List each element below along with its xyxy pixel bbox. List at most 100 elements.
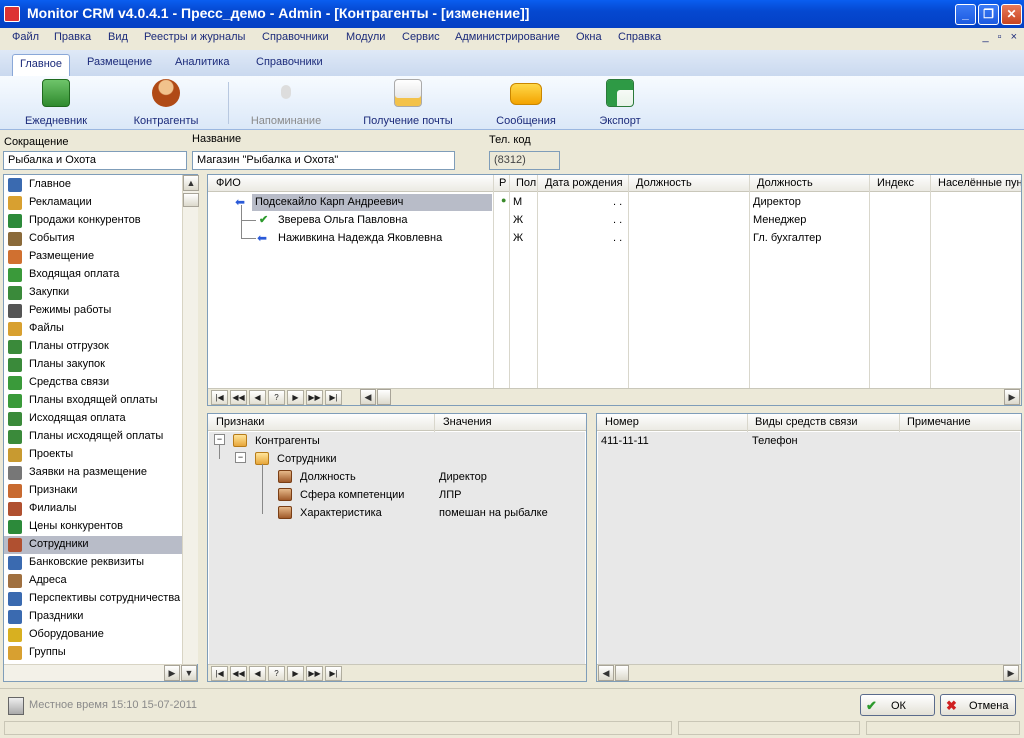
nav-item[interactable]: Планы отгрузок bbox=[4, 338, 182, 356]
contacts-hscrollbar[interactable]: ◀ ▶ bbox=[597, 664, 1021, 681]
hscroll-right-button[interactable]: ▶ bbox=[1004, 389, 1020, 405]
nav-item[interactable]: Продажи конкурентов bbox=[4, 212, 182, 230]
col-attributes[interactable]: Признаки bbox=[216, 416, 264, 428]
menu-file[interactable]: Файл bbox=[12, 31, 39, 43]
messages-button[interactable]: Сообщения bbox=[476, 79, 576, 129]
collapse-toggle[interactable]: − bbox=[214, 434, 225, 445]
tree-node-characteristic[interactable]: Характеристика bbox=[300, 507, 382, 519]
counterparties-button[interactable]: Контрагенты bbox=[116, 79, 216, 129]
nav-item[interactable]: Банковские реквизиты bbox=[4, 554, 182, 572]
reminder-button[interactable]: Напоминание bbox=[236, 79, 336, 129]
col-position2[interactable]: Должность bbox=[757, 177, 813, 189]
record-nav-button[interactable]: ▶▶ bbox=[306, 390, 323, 405]
nav-item[interactable]: Главное bbox=[4, 176, 182, 194]
nav-hscrollbar[interactable]: ▶ ▼ bbox=[4, 664, 197, 681]
hscroll-thumb[interactable] bbox=[615, 665, 629, 681]
nav-item[interactable]: Планы закупок bbox=[4, 356, 182, 374]
nav-item[interactable]: Оборудование bbox=[4, 626, 182, 644]
menu-modules[interactable]: Модули bbox=[346, 31, 385, 43]
calculator-icon[interactable] bbox=[8, 697, 24, 715]
tab-references[interactable]: Справочники bbox=[256, 56, 323, 68]
record-nav-button[interactable]: ◀◀ bbox=[230, 666, 247, 681]
nav-item[interactable]: Рекламации bbox=[4, 194, 182, 212]
record-nav-button[interactable]: |◀ bbox=[211, 390, 228, 405]
row-dob[interactable]: . . bbox=[613, 214, 622, 226]
tree-value-position[interactable]: Директор bbox=[439, 471, 487, 483]
col-note[interactable]: Примечание bbox=[907, 416, 971, 428]
nav-item[interactable]: События bbox=[4, 230, 182, 248]
col-position1[interactable]: Должность bbox=[636, 177, 692, 189]
get-mail-button[interactable]: Получение почты bbox=[358, 79, 458, 129]
menu-references[interactable]: Справочники bbox=[262, 31, 329, 43]
row-fio[interactable]: Зверева Ольга Павловна bbox=[278, 214, 407, 226]
nav-item[interactable]: Режимы работы bbox=[4, 302, 182, 320]
nav-scrollbar[interactable]: ▲ bbox=[182, 175, 199, 664]
nav-item[interactable]: Размещение bbox=[4, 248, 182, 266]
record-nav-button[interactable]: |◀ bbox=[211, 666, 228, 681]
row-sex[interactable]: Ж bbox=[513, 214, 523, 226]
col-contact-type[interactable]: Виды средств связи bbox=[755, 416, 858, 428]
hscroll-left-button[interactable]: ◀ bbox=[360, 389, 376, 405]
short-name-field[interactable]: Рыбалка и Охота bbox=[3, 151, 187, 170]
phone-code-field[interactable]: (8312) bbox=[489, 151, 560, 170]
nav-item[interactable]: Признаки bbox=[4, 482, 182, 500]
nav-item[interactable]: Исходящая оплата bbox=[4, 410, 182, 428]
scroll-up-button[interactable]: ▲ bbox=[183, 175, 199, 191]
row-fio[interactable]: Подсекайло Карп Андреевич bbox=[255, 196, 403, 208]
menu-admin[interactable]: Администрирование bbox=[455, 31, 560, 43]
nav-item[interactable]: Файлы bbox=[4, 320, 182, 338]
hscroll-left-button[interactable]: ◀ bbox=[598, 665, 614, 681]
record-nav-button[interactable]: ? bbox=[268, 390, 285, 405]
nav-item[interactable]: Средства связи bbox=[4, 374, 182, 392]
tree-node-position[interactable]: Должность bbox=[300, 471, 356, 483]
record-nav-button[interactable]: ▶▶ bbox=[306, 666, 323, 681]
record-nav-button[interactable]: ? bbox=[268, 666, 285, 681]
export-button[interactable]: Экспорт bbox=[570, 79, 670, 129]
restore-button[interactable]: ❐ bbox=[978, 4, 999, 25]
col-dob[interactable]: Дата рождения bbox=[545, 177, 623, 189]
tree-node-employees[interactable]: Сотрудники bbox=[277, 453, 337, 465]
mdi-controls[interactable]: _ ▫ × bbox=[982, 31, 1020, 43]
name-field[interactable]: Магазин "Рыбалка и Охота" bbox=[192, 151, 455, 170]
menu-registries[interactable]: Реестры и журналы bbox=[144, 31, 245, 43]
record-nav-button[interactable]: ▶| bbox=[325, 390, 342, 405]
record-nav-button[interactable]: ▶ bbox=[287, 390, 304, 405]
row-fio[interactable]: Наживкина Надежда Яковлевна bbox=[278, 232, 442, 244]
scroll-down-button[interactable]: ▼ bbox=[181, 665, 197, 681]
row-sex[interactable]: Ж bbox=[513, 232, 523, 244]
cancel-button[interactable]: ✖ Отмена bbox=[940, 694, 1016, 716]
hscroll-right-button[interactable]: ▶ bbox=[1003, 665, 1019, 681]
row-position[interactable]: Менеджер bbox=[753, 214, 806, 226]
minimize-button[interactable]: _ bbox=[955, 4, 976, 25]
tree-value-characteristic[interactable]: помешан на рыбалке bbox=[439, 507, 548, 519]
col-index[interactable]: Индекс bbox=[877, 177, 914, 189]
scroll-right-button[interactable]: ▶ bbox=[164, 665, 180, 681]
contact-number[interactable]: 411-11-11 bbox=[601, 435, 649, 447]
nav-item[interactable]: Перспективы сотрудничества bbox=[4, 590, 182, 608]
nav-item[interactable]: Закупки bbox=[4, 284, 182, 302]
col-values[interactable]: Значения bbox=[443, 416, 492, 428]
ok-button[interactable]: ✔ ОК bbox=[860, 694, 935, 716]
tree-node-counterparties[interactable]: Контрагенты bbox=[255, 435, 320, 447]
col-sex[interactable]: Пол bbox=[516, 177, 536, 189]
menu-view[interactable]: Вид bbox=[108, 31, 128, 43]
row-sex[interactable]: М bbox=[513, 196, 522, 208]
col-fio[interactable]: ФИО bbox=[216, 177, 241, 189]
nav-item[interactable]: Филиалы bbox=[4, 500, 182, 518]
nav-item[interactable]: Праздники bbox=[4, 608, 182, 626]
tree-value-competence[interactable]: ЛПР bbox=[439, 489, 461, 501]
tab-analytics[interactable]: Аналитика bbox=[175, 56, 229, 68]
nav-item[interactable]: Проекты bbox=[4, 446, 182, 464]
menu-service[interactable]: Сервис bbox=[402, 31, 440, 43]
row-position[interactable]: Гл. бухгалтер bbox=[753, 232, 821, 244]
collapse-toggle[interactable]: − bbox=[235, 452, 246, 463]
nav-item[interactable]: Входящая оплата bbox=[4, 266, 182, 284]
row-position[interactable]: Директор bbox=[753, 196, 801, 208]
hscroll-thumb[interactable] bbox=[377, 389, 391, 405]
row-dob[interactable]: . . bbox=[613, 232, 622, 244]
tab-main[interactable]: Главное bbox=[12, 54, 71, 76]
nav-item[interactable]: Планы входящей оплаты bbox=[4, 392, 182, 410]
nav-item[interactable]: Адреса bbox=[4, 572, 182, 590]
col-city[interactable]: Населённые пун bbox=[938, 177, 1021, 189]
col-number[interactable]: Номер bbox=[605, 416, 639, 428]
